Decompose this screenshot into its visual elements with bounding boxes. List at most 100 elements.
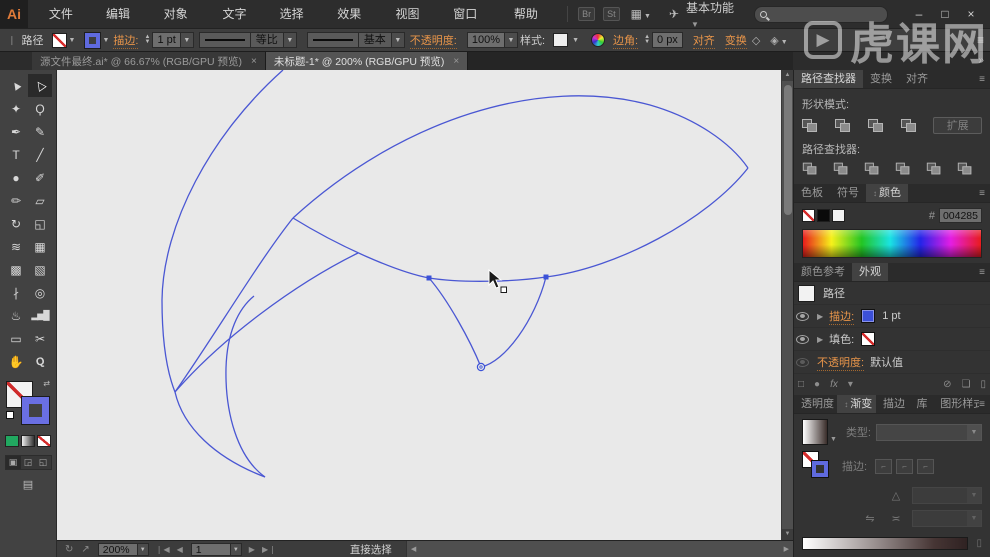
menu-select[interactable]: 选择(S) (269, 0, 327, 49)
swap-colors-icon[interactable]: ⇄ (43, 379, 50, 388)
visibility-eye-icon[interactable] (796, 357, 809, 367)
unite-icon[interactable] (802, 118, 818, 133)
tab-swatches[interactable]: 色板 (794, 184, 830, 202)
fill-swatch[interactable] (51, 32, 67, 48)
opacity-attr-link[interactable]: 不透明度: (817, 354, 865, 371)
gradient-button[interactable] (21, 435, 35, 447)
export-icon[interactable]: ↗ (81, 544, 89, 555)
visibility-eye-icon[interactable] (796, 334, 809, 344)
default-colors-icon[interactable] (6, 411, 14, 419)
duplicate-item-icon[interactable]: ❏ (962, 379, 971, 390)
tab-appearance[interactable]: 外观 (852, 263, 888, 281)
tab-close-icon[interactable]: × (251, 56, 257, 67)
stroke-along-icon[interactable]: ⌐ (896, 458, 914, 474)
tool-eyedropper[interactable]: ∤ (4, 281, 28, 304)
canvas[interactable]: ▲ ▼ (57, 70, 793, 540)
scroll-right-icon[interactable]: ▶ (780, 545, 793, 553)
vertical-scrollbar[interactable]: ▲ ▼ (781, 70, 793, 540)
menu-view[interactable]: 视图(V) (385, 0, 443, 49)
stroke-link[interactable]: 描边: (113, 32, 139, 49)
gradient-slider[interactable] (802, 537, 969, 550)
next-artboard-icon[interactable]: ▶ (249, 545, 256, 554)
tool-lasso[interactable]: Ϙ (28, 97, 52, 120)
fill-dropdown-icon[interactable]: ▼ (69, 37, 76, 44)
recolor-artwork-icon[interactable] (591, 33, 605, 47)
opacity-field[interactable]: 100% (466, 32, 505, 48)
vertical-scroll-thumb[interactable] (783, 85, 792, 215)
corner-link[interactable]: 边角: (613, 32, 639, 49)
tool-mesh[interactable]: ▩ (4, 258, 28, 281)
scroll-left-icon[interactable]: ◀ (407, 545, 420, 553)
tool-rotate[interactable]: ↻ (4, 212, 28, 235)
style-dropdown-icon[interactable]: ▼ (572, 37, 579, 44)
menu-window[interactable]: 窗口(W) (442, 0, 503, 49)
screen-mode-icon[interactable]: ▤ (23, 478, 33, 491)
clear-appearance-icon[interactable]: ⊘ (943, 379, 951, 390)
tab-graphic-styles[interactable]: 图形样式 (933, 395, 979, 413)
gradient-stroke-swatch[interactable] (812, 461, 828, 477)
tab-stroke[interactable]: 描边 (876, 395, 909, 413)
tab-symbols[interactable]: 符号 (830, 184, 866, 202)
tool-hand[interactable]: ✋ (4, 350, 28, 373)
tool-column-graph[interactable]: ▂▅█ (28, 304, 52, 327)
delete-stop-icon[interactable]: ▯ (976, 538, 982, 549)
appearance-row-stroke[interactable]: ▶ 描边: 1 pt (794, 305, 990, 328)
tool-shaper[interactable]: ▱ (28, 189, 52, 212)
merge-icon[interactable] (864, 162, 880, 176)
tool-zoom[interactable]: Q (28, 350, 52, 373)
tool-paintbrush[interactable]: ✐ (28, 166, 52, 189)
gradient-type-select[interactable]: ▼ (876, 423, 982, 441)
tool-blend[interactable]: ◎ (28, 281, 52, 304)
corner-field[interactable]: 0 px (652, 32, 683, 48)
last-artboard-icon[interactable]: ▶❘ (262, 545, 277, 554)
reverse-gradient-icon[interactable]: ⇋ (862, 512, 878, 525)
menu-effect[interactable]: 效果(C) (326, 0, 384, 49)
draw-behind-icon[interactable]: ◲ (21, 456, 36, 469)
artboard-navigation[interactable]: 1 ▼ (190, 542, 242, 556)
opacity-link[interactable]: 不透明度: (409, 32, 457, 49)
stroke-swatch[interactable] (85, 32, 101, 48)
appearance-row-fill[interactable]: ▶ 填色: (794, 328, 990, 351)
brush-definition[interactable]: 基本 ▼ (306, 32, 405, 48)
tool-free-transform[interactable]: ◱ (28, 212, 52, 235)
angle-select[interactable]: ▼ (912, 487, 982, 504)
visibility-eye-icon[interactable] (796, 311, 809, 321)
new-fill-icon[interactable]: ● (814, 379, 820, 390)
horizontal-scroll-track[interactable] (420, 541, 779, 557)
delete-item-icon[interactable]: ▯ (980, 379, 986, 390)
add-effect-icon[interactable]: fx ▾ (830, 379, 853, 390)
expand-row-icon[interactable]: ▶ (817, 312, 823, 321)
intersect-icon[interactable] (867, 118, 884, 133)
expand-button[interactable]: 扩展 (933, 117, 982, 134)
tool-symbol-sprayer[interactable]: ♨ (4, 304, 28, 327)
stroke-dropdown-icon[interactable]: ▼ (102, 37, 109, 44)
color-button[interactable] (5, 435, 19, 447)
workspace-switcher[interactable]: 基本功能▼ (686, 0, 740, 30)
select-similar-icon[interactable]: ◈ ▼ (770, 34, 791, 47)
isolate-selected-icon[interactable]: ◇ (752, 34, 760, 47)
color-spectrum-bar[interactable] (802, 229, 982, 258)
gradient-fill-stroke-proxy[interactable] (802, 451, 832, 481)
doc-tab-source[interactable]: 源文件最终.ai* @ 66.67% (RGB/GPU 预览) × (32, 52, 266, 70)
tool-ellipse[interactable]: ● (4, 166, 28, 189)
divide-icon[interactable] (802, 162, 818, 176)
minus-back-icon[interactable] (957, 162, 973, 176)
none-color-chip[interactable] (802, 209, 815, 222)
none-button[interactable] (37, 435, 51, 447)
minimize-button[interactable]: – (906, 7, 932, 21)
maximize-button[interactable]: □ (932, 7, 958, 21)
scroll-up-icon[interactable]: ▲ (781, 70, 793, 81)
rotate-view-icon[interactable]: ↻ (65, 544, 73, 555)
zoom-level-control[interactable]: 200% ▼ (97, 542, 149, 556)
variable-width-profile[interactable]: 等比 ▼ (198, 32, 297, 48)
stroke-across-icon[interactable]: ⌐ (917, 458, 935, 474)
aspect-ratio-select[interactable]: ▼ (912, 510, 982, 527)
crop-icon[interactable] (895, 162, 911, 176)
stroke-stepper[interactable]: ▲ ▼ (144, 34, 150, 45)
collapse-panels-icon[interactable]: » (793, 52, 990, 70)
doc-tab-untitled[interactable]: 未标题-1* @ 200% (RGB/GPU 预览) × (265, 52, 469, 70)
tool-pen[interactable]: ✒ (4, 120, 28, 143)
stroke-width-field[interactable]: 1 pt (152, 32, 181, 48)
tool-type[interactable]: T (4, 143, 28, 166)
menu-file[interactable]: 文件(F) (38, 0, 95, 49)
